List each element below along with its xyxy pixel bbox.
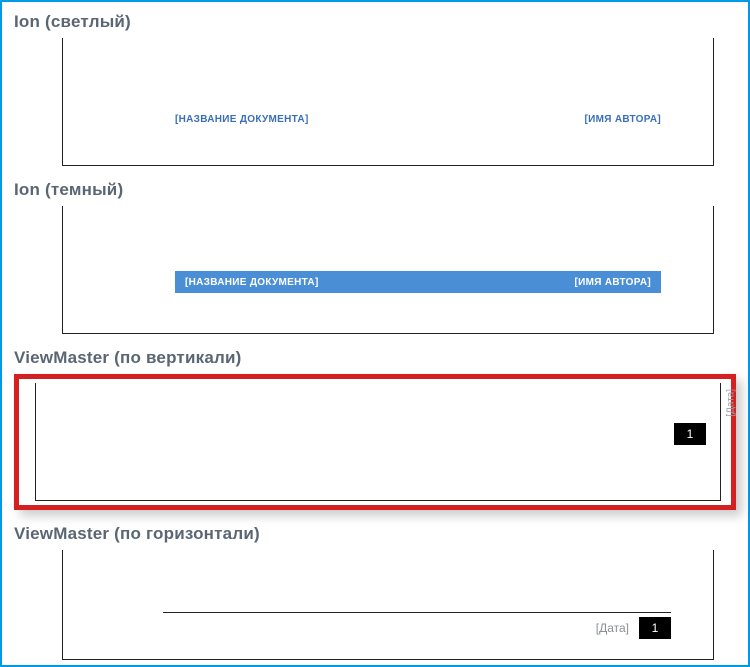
option-label: ViewMaster (по вертикали) — [14, 348, 736, 368]
selected-highlight: [Дата] 1 — [14, 374, 736, 510]
preview-wrap: [НАЗВАНИЕ ДОКУМЕНТА] [ИМЯ АВТОРА] — [14, 206, 736, 334]
option-ion-dark[interactable]: Ion (темный) [НАЗВАНИЕ ДОКУМЕНТА] [ИМЯ А… — [14, 180, 736, 334]
page-number-badge: 1 — [674, 423, 706, 445]
page-number-badge: 1 — [639, 617, 671, 639]
preview-wrap: [НАЗВАНИЕ ДОКУМЕНТА] [ИМЯ АВТОРА] — [14, 38, 736, 166]
option-label: ViewMaster (по горизонтали) — [14, 524, 736, 544]
footer-preview-vm-horizontal: [Дата] 1 — [62, 550, 714, 660]
vm-horizontal-footer-row: [Дата] 1 — [596, 617, 671, 639]
ion-dark-footer-bar: [НАЗВАНИЕ ДОКУМЕНТА] [ИМЯ АВТОРА] — [175, 271, 661, 293]
author-placeholder: [ИМЯ АВТОРА] — [575, 277, 651, 288]
option-viewmaster-vertical[interactable]: ViewMaster (по вертикали) [Дата] 1 — [14, 348, 736, 510]
footer-preview-ion-light: [НАЗВАНИЕ ДОКУМЕНТА] [ИМЯ АВТОРА] — [62, 38, 714, 166]
option-label: Ion (светлый) — [14, 12, 736, 32]
doc-name-placeholder: [НАЗВАНИЕ ДОКУМЕНТА] — [185, 277, 319, 288]
preview-wrap: [Дата] 1 — [14, 550, 736, 660]
ion-light-footer-row: [НАЗВАНИЕ ДОКУМЕНТА] [ИМЯ АВТОРА] — [175, 114, 661, 125]
option-label: Ion (темный) — [14, 180, 736, 200]
option-viewmaster-horizontal[interactable]: ViewMaster (по горизонтали) [Дата] 1 — [14, 524, 736, 660]
date-placeholder: [Дата] — [596, 621, 629, 635]
date-placeholder-vertical: [Дата] — [726, 389, 737, 417]
doc-name-placeholder: [НАЗВАНИЕ ДОКУМЕНТА] — [175, 114, 309, 125]
horizontal-divider — [163, 612, 671, 614]
author-placeholder: [ИМЯ АВТОРА] — [585, 114, 661, 125]
footer-preview-ion-dark: [НАЗВАНИЕ ДОКУМЕНТА] [ИМЯ АВТОРА] — [62, 206, 714, 334]
option-ion-light[interactable]: Ion (светлый) [НАЗВАНИЕ ДОКУМЕНТА] [ИМЯ … — [14, 12, 736, 166]
footer-preview-vm-vertical: [Дата] 1 — [35, 383, 721, 501]
